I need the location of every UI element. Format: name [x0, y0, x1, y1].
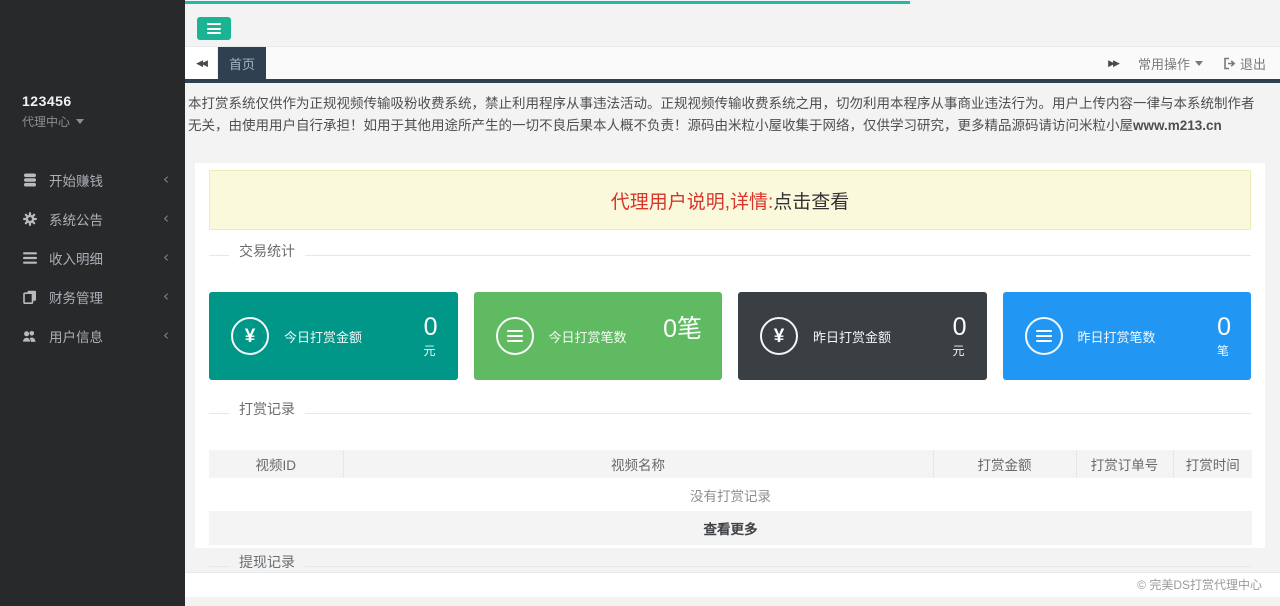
stat-card-value: 0: [1217, 313, 1231, 342]
chevron-left-icon: ‹: [163, 211, 169, 226]
stat-cards-row: ¥ 今日打赏金额 0 元 今日打赏笔数 0笔 ¥ 昨日打赏金额 0: [209, 292, 1251, 380]
column-video-id: 视频ID: [209, 450, 343, 478]
sidebar: 123456 代理中心 开始赚钱 ‹: [0, 0, 185, 606]
agent-notice-banner: 代理用户说明,详情: 点击查看: [209, 170, 1251, 230]
sidebar-nav: 开始赚钱 ‹ 系统公告 ‹: [0, 160, 185, 355]
empty-records-text: 没有打赏记录: [209, 478, 1252, 511]
notice-view-link[interactable]: 点击查看: [773, 187, 849, 214]
username: 123456: [22, 93, 185, 109]
chevron-left-icon: ‹: [163, 328, 169, 343]
stat-card-unit: 笔: [1217, 342, 1231, 359]
disclaimer-site-link: www.m213.cn: [1133, 118, 1222, 133]
common-operations-dropdown[interactable]: 常用操作: [1138, 54, 1203, 73]
files-icon: [22, 289, 37, 304]
stat-card-unit: 元: [423, 342, 437, 359]
double-chevron-left-icon: ◀◀: [196, 58, 206, 69]
stat-card-value: 0: [952, 313, 966, 342]
column-reward-amount: 打赏金额: [933, 450, 1076, 478]
list-icon: [22, 250, 37, 265]
tabs-scroll-left-button[interactable]: ◀◀: [185, 47, 218, 79]
section-title-rewards: 打赏记录: [209, 399, 1251, 419]
stat-card-today-amount: ¥ 今日打赏金额 0 元: [209, 292, 458, 380]
rewards-table-header-row: 视频ID 视频名称 打赏金额 打赏订单号 打赏时间: [209, 450, 1252, 478]
database-icon: [22, 172, 37, 187]
chevron-left-icon: ‹: [163, 250, 169, 265]
tab-home[interactable]: 首页: [218, 47, 266, 79]
sidebar-item-label: 系统公告: [49, 209, 163, 229]
user-block: 123456 代理中心: [0, 0, 185, 130]
logout-button[interactable]: 退出: [1223, 54, 1266, 73]
logout-label: 退出: [1240, 54, 1266, 73]
stat-card-unit: [663, 343, 702, 357]
stat-card-label: 昨日打赏笔数: [1078, 327, 1156, 346]
table-row-view-more[interactable]: 查看更多: [209, 511, 1252, 545]
sidebar-item-label: 用户信息: [49, 326, 163, 346]
role-dropdown[interactable]: 代理中心: [22, 113, 185, 130]
main-area: ◀◀ 首页 ▶▶ 常用操作 退出 本打赏系统仅供作为正规视频传输吸粉收费系统，禁…: [185, 0, 1280, 606]
gear-icon: [22, 211, 37, 226]
tabs-scroll-right-button[interactable]: ▶▶: [1108, 58, 1118, 69]
table-row-empty: 没有打赏记录: [209, 478, 1252, 511]
common-operations-label: 常用操作: [1138, 54, 1190, 73]
view-more-link[interactable]: 查看更多: [209, 511, 1252, 545]
content-panel: 代理用户说明,详情: 点击查看 交易统计 ¥ 今日打赏金额 0 元 今日打赏笔数…: [195, 163, 1265, 548]
sidebar-item-label: 财务管理: [49, 287, 163, 307]
users-icon: [22, 328, 37, 343]
stat-card-label: 今日打赏金额: [284, 327, 362, 346]
stat-card-yesterday-amount: ¥ 昨日打赏金额 0 元: [738, 292, 987, 380]
section-title-stats: 交易统计: [209, 241, 1251, 261]
sidebar-item-label: 收入明细: [49, 248, 163, 268]
sidebar-item-income-detail[interactable]: 收入明细 ‹: [0, 238, 185, 277]
yen-circle-icon: ¥: [760, 317, 798, 355]
sign-out-icon: [1223, 57, 1236, 70]
tab-bar: ◀◀ 首页 ▶▶ 常用操作 退出: [185, 47, 1280, 83]
list-circle-icon: [496, 317, 534, 355]
stat-card-value: 0: [423, 313, 437, 342]
menu-toggle-button[interactable]: [197, 17, 231, 40]
sidebar-item-system-notice[interactable]: 系统公告 ‹: [0, 199, 185, 238]
caret-down-icon: [1195, 61, 1203, 66]
sidebar-item-start-earning[interactable]: 开始赚钱 ‹: [0, 160, 185, 199]
column-order-no: 打赏订单号: [1076, 450, 1173, 478]
sidebar-item-finance[interactable]: 财务管理 ‹: [0, 277, 185, 316]
top-header: [185, 0, 1280, 47]
rewards-table: 视频ID 视频名称 打赏金额 打赏订单号 打赏时间 没有打赏记录 查看更多: [209, 450, 1252, 545]
stat-card-label: 昨日打赏金额: [813, 327, 891, 346]
stat-card-today-count: 今日打赏笔数 0笔: [474, 292, 723, 380]
loading-progress-bar: [185, 1, 910, 4]
column-video-name: 视频名称: [343, 450, 933, 478]
copyright-text: © 完美DS打赏代理中心: [1137, 578, 1262, 592]
chevron-left-icon: ‹: [163, 289, 169, 304]
sidebar-item-label: 开始赚钱: [49, 170, 163, 190]
tabbar-right-controls: ▶▶ 常用操作 退出: [1108, 47, 1280, 79]
column-reward-time: 打赏时间: [1173, 450, 1252, 478]
section-title-withdrawals: 提现记录: [209, 552, 1250, 572]
tab-label: 首页: [229, 54, 255, 73]
sidebar-item-user-info[interactable]: 用户信息 ‹: [0, 316, 185, 355]
stat-card-label: 今日打赏笔数: [549, 327, 627, 346]
stat-card-value: 0笔: [663, 315, 702, 344]
caret-down-icon: [76, 119, 84, 124]
yen-circle-icon: ¥: [231, 317, 269, 355]
role-label: 代理中心: [22, 113, 70, 130]
footer: © 完美DS打赏代理中心: [185, 572, 1280, 597]
list-circle-icon: [1025, 317, 1063, 355]
notice-highlight: 代理用户说明,详情:: [611, 187, 774, 214]
disclaimer-text: 本打赏系统仅供作为正规视频传输吸粉收费系统，禁止利用程序从事违法活动。正规视频传…: [188, 93, 1262, 138]
stat-card-yesterday-count: 昨日打赏笔数 0 笔: [1003, 292, 1252, 380]
chevron-left-icon: ‹: [163, 172, 169, 187]
stat-card-unit: 元: [952, 342, 966, 359]
